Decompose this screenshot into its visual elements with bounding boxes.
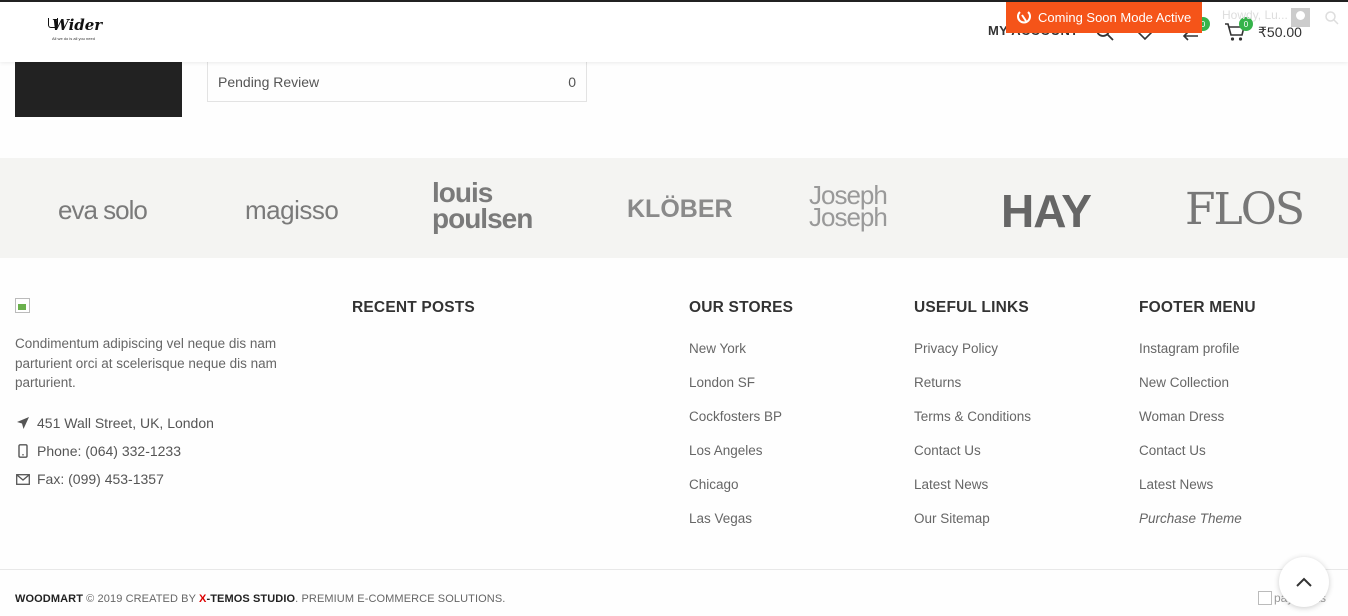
copyright-created-by: 2019 CREATED BY [94,593,200,605]
site-logo[interactable]: Wider All we do is all you need [48,14,108,48]
copyright-brand[interactable]: WOODMART [15,593,83,605]
logo-tagline: All we do is all you need [52,36,95,41]
useful-link-contact[interactable]: Contact Us [914,443,981,458]
user-avatar[interactable] [1291,8,1310,27]
store-link-chicago[interactable]: Chicago [689,477,739,492]
location-arrow-icon [15,416,31,430]
copyright-bar: WOODMART © 2019 CREATED BY X-TEMOS STUDI… [15,593,505,605]
menu-link-contact[interactable]: Contact Us [1139,443,1206,458]
footer-description: Condimentum adipiscing vel neque dis nam… [15,336,277,390]
footer-address: 451 Wall Street, UK, London [15,415,214,431]
admin-search-icon[interactable] [1324,10,1340,31]
menu-link-news[interactable]: Latest News [1139,477,1213,492]
store-link-london-sf[interactable]: London SF [689,375,755,390]
coming-soon-notice[interactable]: Coming Soon Mode Active [1006,2,1202,33]
brand-logo-louis-poulsen[interactable]: louis poulsen [432,179,542,233]
menu-link-woman-dress[interactable]: Woman Dress [1139,409,1224,424]
logo-text: Wider [52,16,103,34]
envelope-icon [15,473,31,485]
store-link-cockfosters[interactable]: Cockfosters BP [689,409,782,424]
menu-link-purchase-theme[interactable]: Purchase Theme [1139,511,1242,526]
useful-links-title: USEFUL LINKS [914,299,1029,316]
brand-logo-klober[interactable]: KLÖBER [627,195,733,224]
footer-menu-title: FOOTER MENU [1139,299,1256,316]
footer-logo-broken-image [15,298,30,313]
store-link-new-york[interactable]: New York [689,341,746,356]
pending-review-label: Pending Review [218,73,320,90]
account-nav-dark-block [15,62,182,117]
brands-strip: eva solo magisso louis poulsen KLÖBER Jo… [0,158,1348,258]
brand-logo-flos[interactable]: FLOS [1185,184,1305,235]
coming-soon-label: Coming Soon Mode Active [1038,10,1192,25]
store-link-los-angeles[interactable]: Los Angeles [689,443,763,458]
menu-link-new-collection[interactable]: New Collection [1139,375,1229,390]
useful-link-sitemap[interactable]: Our Sitemap [914,511,990,526]
useful-link-news[interactable]: Latest News [914,477,988,492]
brand-logo-hay[interactable]: HAY [1001,184,1092,238]
pending-review-row: Pending Review 0 [207,62,587,102]
brand-logo-joseph-joseph[interactable]: Joseph Joseph [809,182,919,230]
store-link-las-vegas[interactable]: Las Vegas [689,511,752,526]
useful-link-terms[interactable]: Terms & Conditions [914,409,1031,424]
copyright-tagline: . PREMIUM E-COMMERCE SOLUTIONS. [295,593,506,605]
brand-logo-eva-solo[interactable]: eva solo [58,195,148,226]
address-text: 451 Wall Street, UK, London [37,415,214,431]
broken-image-icon [1258,591,1272,605]
useful-link-privacy[interactable]: Privacy Policy [914,341,998,356]
footer-divider [0,569,1348,570]
admin-user-greeting[interactable]: Howdy, Lu... [1222,8,1288,22]
footer-fax: Fax: (099) 453-1357 [15,471,164,487]
menu-link-instagram[interactable]: Instagram profile [1139,341,1240,356]
mobile-phone-icon [15,444,31,458]
our-stores-title: OUR STORES [689,299,794,316]
phone-text: Phone: (064) 332-1233 [37,443,181,459]
chevron-up-icon [1296,577,1312,587]
fax-text: Fax: (099) 453-1357 [37,471,164,487]
pending-review-count: 0 [568,73,576,90]
scroll-to-top-button[interactable] [1279,557,1329,607]
useful-link-returns[interactable]: Returns [914,375,961,390]
footer-phone: Phone: (064) 332-1233 [15,443,181,459]
xtemos-studio-link[interactable]: -TEMOS STUDIO [206,593,295,605]
recent-posts-title: RECENT POSTS [352,299,475,316]
brand-logo-magisso[interactable]: magisso [245,195,339,226]
coming-soon-icon [1016,10,1032,29]
